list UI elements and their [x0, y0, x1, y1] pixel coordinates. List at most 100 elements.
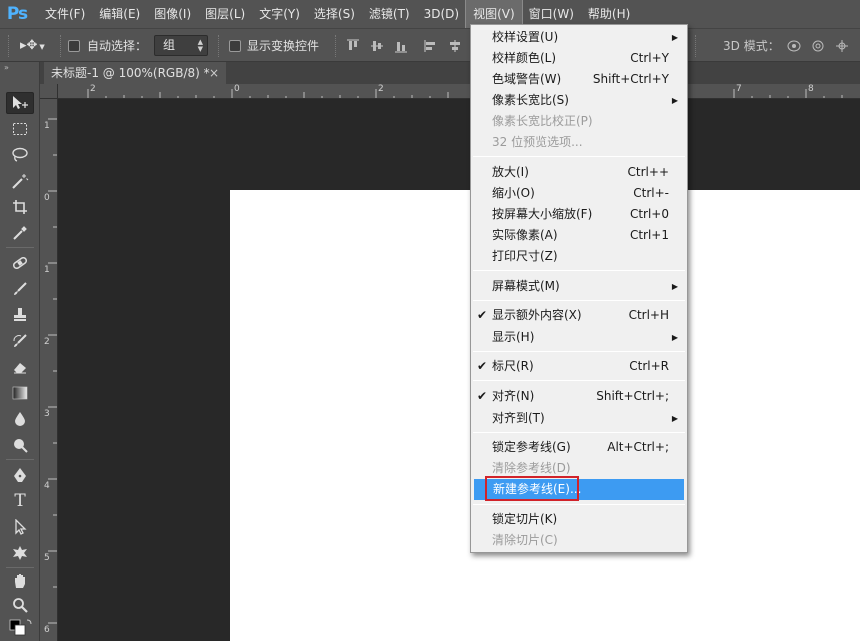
options-divider — [60, 35, 62, 57]
checkmark-icon: ✔ — [477, 389, 488, 403]
ruler-label: 8 — [808, 84, 814, 94]
menu-item-label: 放大(I) — [492, 165, 529, 179]
menu-item-fit-on-screen[interactable]: 按屏幕大小缩放(F) Ctrl+0 — [473, 204, 685, 225]
canvas-area[interactable] — [58, 99, 860, 641]
eraser-tool-icon[interactable] — [6, 356, 34, 378]
menu-item-snap[interactable]: ✔ 对齐(N) Shift+Ctrl+; — [473, 386, 685, 407]
document-tab[interactable]: 未标题-1 @ 100%(RGB/8) * × — [44, 62, 226, 84]
vertical-ruler[interactable]: 1 0 1 2 3 4 5 6 — [40, 99, 58, 641]
menu-edit[interactable]: 编辑(E) — [92, 0, 147, 28]
menu-type[interactable]: 文字(Y) — [252, 0, 307, 28]
auto-select-dropdown[interactable]: 组 ▲ ▼ — [154, 35, 208, 56]
color-swatches-icon[interactable] — [6, 618, 34, 636]
dodge-tool-icon[interactable] — [6, 434, 34, 456]
menu-item-shortcut: Ctrl+R — [629, 359, 669, 373]
3d-pan-icon[interactable] — [834, 39, 850, 53]
clone-stamp-tool-icon[interactable] — [6, 304, 34, 326]
menu-item-label: 对齐到(T) — [492, 411, 545, 425]
menu-separator — [473, 380, 685, 381]
menu-item-screen-mode[interactable]: 屏幕模式(M) ▶ — [473, 276, 685, 297]
menu-item-32bit-preview: 32 位预览选项... — [473, 132, 685, 153]
ruler-label: 4 — [44, 481, 50, 491]
brush-tool-icon[interactable] — [6, 278, 34, 300]
menu-item-shortcut: Ctrl+1 — [629, 228, 669, 242]
menu-item-proof-colors[interactable]: 校样颜色(L) Ctrl+Y — [473, 48, 685, 69]
menu-item-gamut-warning[interactable]: 色域警告(W) Shift+Ctrl+Y — [473, 69, 685, 90]
menu-item-extras[interactable]: ✔ 显示额外内容(X) Ctrl+H — [473, 305, 685, 326]
ruler-label: 6 — [44, 625, 50, 635]
path-selection-tool-icon[interactable] — [6, 516, 34, 538]
menu-item-label: 实际像素(A) — [492, 228, 558, 242]
toolbox-divider — [6, 247, 34, 248]
align-bottom-icon[interactable] — [394, 39, 408, 53]
history-brush-tool-icon[interactable] — [6, 330, 34, 352]
menu-3d[interactable]: 3D(D) — [417, 0, 466, 28]
show-transform-checkbox[interactable] — [229, 40, 241, 52]
menu-bar: Ps 文件(F) 编辑(E) 图像(I) 图层(L) 文字(Y) 选择(S) 滤… — [0, 0, 860, 29]
submenu-arrow-icon: ▶ — [671, 333, 678, 342]
align-top-icon[interactable] — [346, 39, 360, 53]
menu-select[interactable]: 选择(S) — [307, 0, 362, 28]
menu-item-zoom-in[interactable]: 放大(I) Ctrl++ — [473, 162, 685, 183]
type-tool-icon[interactable]: T — [6, 490, 34, 512]
menu-item-label: 缩小(O) — [492, 186, 535, 200]
magic-wand-tool-icon[interactable] — [6, 170, 34, 192]
align-vcenter-icon[interactable] — [370, 39, 384, 53]
ruler-label: 2 — [90, 84, 96, 94]
menu-file[interactable]: 文件(F) — [38, 0, 92, 28]
menu-item-actual-pixels[interactable]: 实际像素(A) Ctrl+1 — [473, 225, 685, 246]
close-tab-icon[interactable]: × — [209, 62, 219, 84]
ruler-label: 7 — [736, 84, 742, 94]
menu-item-print-size[interactable]: 打印尺寸(Z) — [473, 246, 685, 267]
crop-tool-icon[interactable] — [6, 196, 34, 218]
menu-item-show[interactable]: 显示(H) ▶ — [473, 327, 685, 348]
menu-separator — [473, 156, 685, 157]
3d-rotate-icon[interactable] — [786, 39, 802, 53]
document-tab-bar: 未标题-1 @ 100%(RGB/8) * × — [40, 62, 860, 84]
menu-item-label: 清除切片(C) — [492, 533, 558, 547]
hand-tool-icon[interactable] — [6, 570, 34, 592]
menu-item-label: 像素长宽比校正(P) — [492, 114, 593, 128]
align-hcenter-icon[interactable] — [448, 39, 462, 53]
menu-layer[interactable]: 图层(L) — [198, 0, 252, 28]
3d-roll-icon[interactable] — [810, 39, 826, 53]
align-left-icon[interactable] — [424, 39, 438, 53]
options-divider — [218, 35, 220, 57]
auto-select-checkbox[interactable] — [68, 40, 80, 52]
custom-shape-tool-icon[interactable] — [6, 542, 34, 564]
options-grip — [8, 35, 10, 57]
pen-tool-icon[interactable] — [6, 464, 34, 486]
gradient-tool-icon[interactable] — [6, 382, 34, 404]
eyedropper-tool-icon[interactable] — [6, 222, 34, 244]
lasso-tool-icon[interactable] — [6, 144, 34, 166]
marquee-tool-icon[interactable] — [6, 118, 34, 140]
menu-image[interactable]: 图像(I) — [147, 0, 198, 28]
ruler-label: 1 — [44, 121, 50, 131]
menu-item-lock-slices[interactable]: 锁定切片(K) — [473, 509, 685, 530]
menu-item-rulers[interactable]: ✔ 标尺(R) Ctrl+R — [473, 356, 685, 377]
horizontal-ruler[interactable]: 2 0 2 4 6 7 8 — [58, 84, 860, 99]
ruler-origin[interactable] — [40, 84, 58, 99]
menu-item-proof-setup[interactable]: 校样设置(U) ▶ — [473, 27, 685, 48]
submenu-arrow-icon: ▶ — [671, 33, 678, 42]
move-tool-icon[interactable] — [6, 92, 34, 114]
baidu-watermark: Baidu 经验 jingyan.baidu.com — [660, 562, 860, 638]
menu-item-zoom-out[interactable]: 缩小(O) Ctrl+- — [473, 183, 685, 204]
menu-item-pixel-aspect-ratio[interactable]: 像素长宽比(S) ▶ — [473, 90, 685, 111]
menu-filter[interactable]: 滤镜(T) — [362, 0, 417, 28]
collapse-toolbox-icon[interactable]: » — [4, 63, 9, 72]
move-tool-preset-icon[interactable]: ▸✥ ▼ — [20, 29, 45, 63]
toolbox: » T — [0, 62, 40, 641]
ruler-label: 5 — [44, 553, 50, 563]
menu-item-snap-to[interactable]: 对齐到(T) ▶ — [473, 408, 685, 429]
menu-item-pixel-aspect-correction: 像素长宽比校正(P) — [473, 111, 685, 132]
submenu-arrow-icon: ▶ — [671, 414, 678, 423]
view-menu-dropdown: 校样设置(U) ▶ 校样颜色(L) Ctrl+Y 色域警告(W) Shift+C… — [470, 24, 688, 553]
blur-tool-icon[interactable] — [6, 408, 34, 430]
menu-item-shortcut: Alt+Ctrl+; — [607, 440, 669, 454]
menu-item-lock-guides[interactable]: 锁定参考线(G) Alt+Ctrl+; — [473, 437, 685, 458]
options-bar: ▸✥ ▼ 自动选择： 组 ▲ ▼ 显示变换控件 3D 模式： — [0, 28, 860, 62]
zoom-tool-icon[interactable] — [6, 594, 34, 616]
annotation-highlight-box — [485, 476, 579, 501]
healing-brush-tool-icon[interactable] — [6, 252, 34, 274]
